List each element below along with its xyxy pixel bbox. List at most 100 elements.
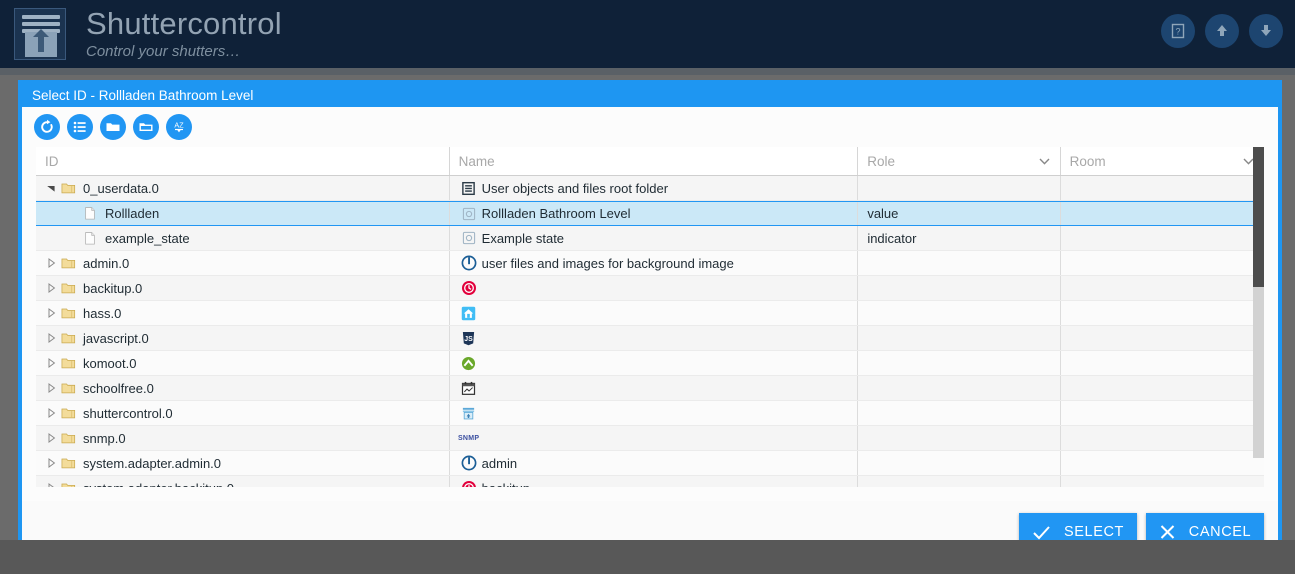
filter-input-name[interactable]: Name bbox=[459, 154, 495, 169]
row-expander[interactable] bbox=[44, 358, 58, 368]
table-row[interactable]: system.adapter.admin.0 admin bbox=[36, 451, 1264, 476]
cell-role[interactable]: value bbox=[858, 202, 1061, 225]
download-button[interactable] bbox=[1249, 14, 1283, 48]
collapse-folders-button[interactable] bbox=[133, 114, 159, 140]
table-row[interactable]: 0_userdata.0 User objects and files root … bbox=[36, 176, 1264, 201]
expand-folders-button[interactable] bbox=[100, 114, 126, 140]
column-header-room[interactable]: Room bbox=[1061, 147, 1264, 175]
cell-role[interactable] bbox=[858, 276, 1061, 300]
cell-name[interactable] bbox=[450, 301, 859, 325]
expander-collapsed-icon[interactable] bbox=[47, 458, 56, 468]
cell-room[interactable] bbox=[1061, 426, 1264, 450]
cell-room[interactable] bbox=[1061, 251, 1264, 275]
expand-all-button[interactable] bbox=[67, 114, 93, 140]
refresh-button[interactable] bbox=[34, 114, 60, 140]
cell-name[interactable]: JS bbox=[450, 326, 859, 350]
cell-name[interactable]: Rollladen Bathroom Level bbox=[450, 202, 859, 225]
cell-id[interactable]: 0_userdata.0 bbox=[36, 176, 450, 200]
cell-name[interactable]: user files and images for background ima… bbox=[450, 251, 859, 275]
cell-room[interactable] bbox=[1061, 476, 1264, 487]
table-row[interactable]: shuttercontrol.0 bbox=[36, 401, 1264, 426]
expander-collapsed-icon[interactable] bbox=[47, 308, 56, 318]
cell-id[interactable]: example_state bbox=[36, 226, 450, 250]
cell-room[interactable] bbox=[1061, 226, 1264, 250]
cell-name[interactable] bbox=[450, 351, 859, 375]
expander-expanded-icon[interactable] bbox=[46, 184, 56, 193]
table-row[interactable]: system.adapter.backitup.0 backitup bbox=[36, 476, 1264, 487]
column-header-role[interactable]: Role bbox=[858, 147, 1061, 175]
cell-role[interactable] bbox=[858, 251, 1061, 275]
cell-role[interactable] bbox=[858, 451, 1061, 475]
cell-id[interactable]: komoot.0 bbox=[36, 351, 450, 375]
cell-room[interactable] bbox=[1061, 176, 1264, 200]
table-row[interactable]: hass.0 bbox=[36, 301, 1264, 326]
cell-id[interactable]: schoolfree.0 bbox=[36, 376, 450, 400]
row-expander[interactable] bbox=[44, 184, 58, 193]
row-expander[interactable] bbox=[44, 433, 58, 443]
cell-id[interactable]: system.adapter.admin.0 bbox=[36, 451, 450, 475]
column-header-name[interactable]: Name bbox=[450, 147, 859, 175]
table-row[interactable]: example_state Example state indicator bbox=[36, 226, 1264, 251]
expander-collapsed-icon[interactable] bbox=[47, 258, 56, 268]
table-row[interactable]: schoolfree.0 bbox=[36, 376, 1264, 401]
cell-id[interactable]: admin.0 bbox=[36, 251, 450, 275]
cell-role[interactable] bbox=[858, 476, 1061, 487]
expander-collapsed-icon[interactable] bbox=[47, 383, 56, 393]
cell-role[interactable] bbox=[858, 401, 1061, 425]
filter-input-id[interactable]: ID bbox=[45, 154, 59, 169]
expander-collapsed-icon[interactable] bbox=[47, 358, 56, 368]
cell-name[interactable] bbox=[450, 276, 859, 300]
cell-role[interactable]: indicator bbox=[858, 226, 1061, 250]
cell-name[interactable] bbox=[450, 376, 859, 400]
cell-name[interactable]: backitup bbox=[450, 476, 859, 487]
row-expander[interactable] bbox=[44, 308, 58, 318]
cell-role[interactable] bbox=[858, 376, 1061, 400]
expander-collapsed-icon[interactable] bbox=[47, 483, 56, 487]
vertical-scrollbar[interactable] bbox=[1253, 147, 1264, 458]
filter-select-role[interactable]: Role bbox=[867, 154, 895, 169]
table-row[interactable]: admin.0 user files and images for backgro… bbox=[36, 251, 1264, 276]
table-row[interactable]: snmp.0 SNMP bbox=[36, 426, 1264, 451]
cell-name[interactable]: admin bbox=[450, 451, 859, 475]
cell-name[interactable]: User objects and files root folder bbox=[450, 176, 859, 200]
cell-role[interactable] bbox=[858, 301, 1061, 325]
cell-id[interactable]: javascript.0 bbox=[36, 326, 450, 350]
sort-az-button[interactable]: AZ bbox=[166, 114, 192, 140]
cell-role[interactable] bbox=[858, 176, 1061, 200]
cell-room[interactable] bbox=[1061, 326, 1264, 350]
cell-name[interactable]: Example state bbox=[450, 226, 859, 250]
expander-collapsed-icon[interactable] bbox=[47, 433, 56, 443]
cell-role[interactable] bbox=[858, 426, 1061, 450]
cell-id[interactable]: system.adapter.backitup.0 bbox=[36, 476, 450, 487]
table-row[interactable]: Rollladen Rollladen Bathroom Level value bbox=[36, 201, 1264, 226]
cell-id[interactable]: snmp.0 bbox=[36, 426, 450, 450]
cell-id[interactable]: hass.0 bbox=[36, 301, 450, 325]
expander-collapsed-icon[interactable] bbox=[47, 408, 56, 418]
filter-select-room[interactable]: Room bbox=[1070, 154, 1106, 169]
cell-id[interactable]: Rollladen bbox=[36, 202, 450, 225]
table-row[interactable]: backitup.0 bbox=[36, 276, 1264, 301]
cell-room[interactable] bbox=[1061, 351, 1264, 375]
cell-id[interactable]: shuttercontrol.0 bbox=[36, 401, 450, 425]
row-expander[interactable] bbox=[44, 383, 58, 393]
cell-room[interactable] bbox=[1061, 401, 1264, 425]
cell-role[interactable] bbox=[858, 351, 1061, 375]
expander-collapsed-icon[interactable] bbox=[47, 283, 56, 293]
cell-name[interactable] bbox=[450, 401, 859, 425]
table-row[interactable]: komoot.0 bbox=[36, 351, 1264, 376]
expander-collapsed-icon[interactable] bbox=[47, 333, 56, 343]
cell-role[interactable] bbox=[858, 326, 1061, 350]
scrollbar-thumb[interactable] bbox=[1253, 147, 1264, 287]
cell-room[interactable] bbox=[1061, 376, 1264, 400]
row-expander[interactable] bbox=[44, 333, 58, 343]
cell-room[interactable] bbox=[1061, 202, 1264, 225]
table-row[interactable]: javascript.0 JS bbox=[36, 326, 1264, 351]
cell-id[interactable]: backitup.0 bbox=[36, 276, 450, 300]
row-expander[interactable] bbox=[44, 483, 58, 487]
column-header-id[interactable]: ID bbox=[36, 147, 450, 175]
cell-room[interactable] bbox=[1061, 451, 1264, 475]
row-expander[interactable] bbox=[44, 458, 58, 468]
cell-name[interactable]: SNMP bbox=[450, 426, 859, 450]
help-button[interactable]: ? bbox=[1161, 14, 1195, 48]
row-expander[interactable] bbox=[44, 258, 58, 268]
